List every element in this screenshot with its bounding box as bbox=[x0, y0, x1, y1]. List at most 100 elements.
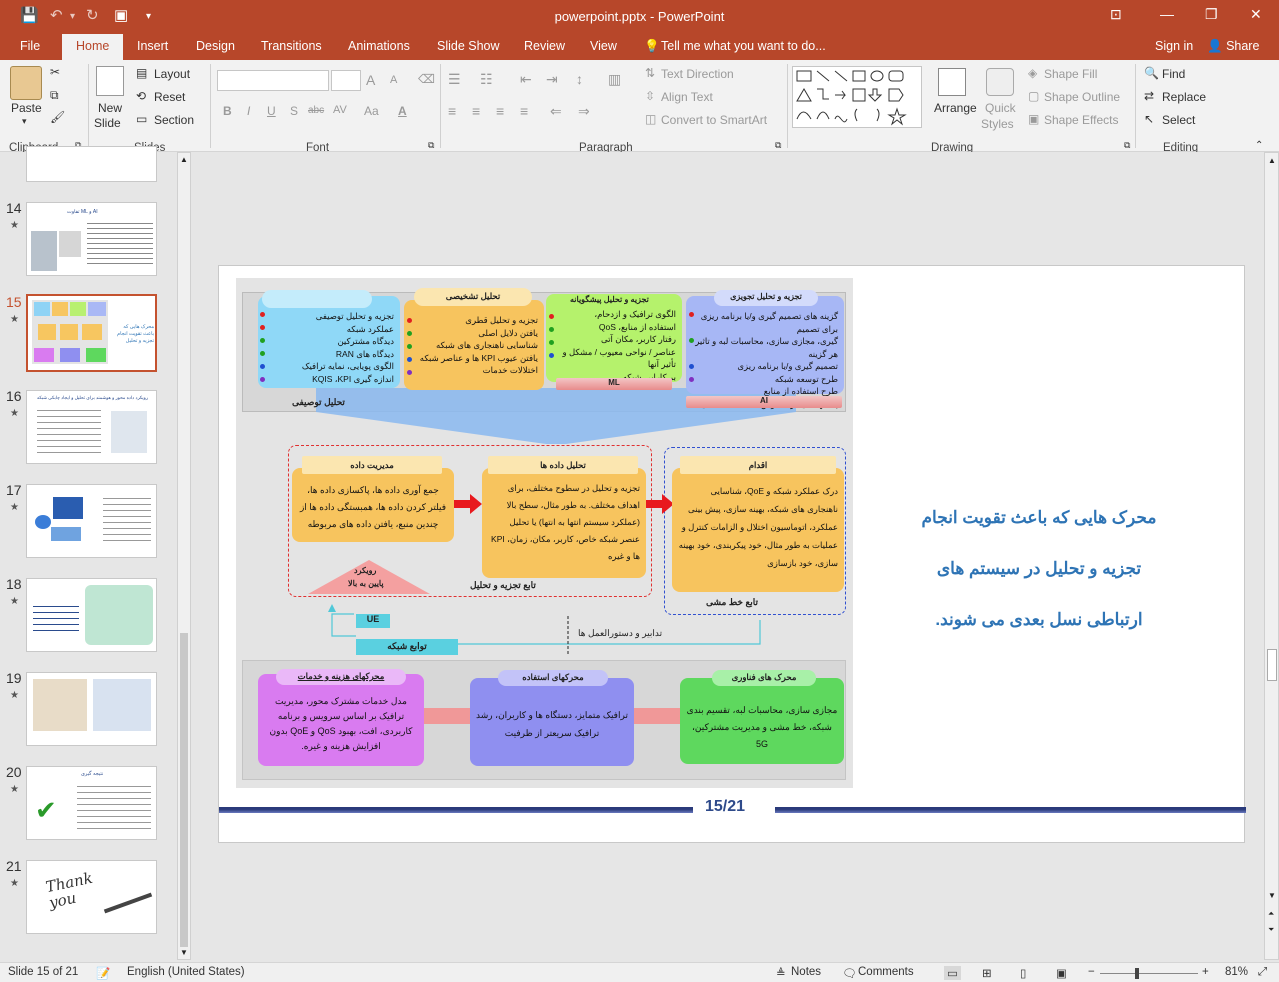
rtl-icon[interactable]: ⇐ bbox=[550, 103, 562, 120]
thumbnail-scrollbar[interactable]: ▲ ▼ bbox=[177, 152, 191, 960]
reset-button[interactable]: Reset bbox=[154, 90, 185, 104]
bullets-icon[interactable]: ☰ bbox=[448, 71, 461, 88]
slideshow-view-icon[interactable]: ▣ bbox=[1056, 966, 1067, 980]
slide-thumbnail-16[interactable]: رویکرد داده محور و هوشمند برای تحلیل و ا… bbox=[26, 390, 157, 464]
comments-button[interactable]: Comments bbox=[858, 966, 914, 978]
slide-thumbnail-20[interactable]: نتیجه گیری ✔ bbox=[26, 766, 157, 840]
clear-format-icon[interactable]: ⌫ bbox=[418, 72, 435, 86]
tab-file[interactable]: File bbox=[20, 39, 40, 53]
shapes-gallery[interactable] bbox=[792, 66, 922, 128]
tab-home[interactable]: Home bbox=[62, 34, 124, 60]
columns-icon[interactable]: ▥ bbox=[608, 71, 621, 88]
language-indicator[interactable]: English (United States) bbox=[127, 966, 245, 978]
zoom-slider-thumb[interactable] bbox=[1135, 968, 1139, 979]
quick-styles-label[interactable]: Quick bbox=[985, 101, 1016, 115]
convert-smartart-button[interactable]: Convert to SmartArt bbox=[661, 113, 767, 127]
shrink-font-icon[interactable]: A bbox=[390, 74, 397, 86]
minimize-button[interactable]: — bbox=[1160, 6, 1174, 22]
arrange-button[interactable]: Arrange bbox=[934, 101, 977, 115]
underline-button[interactable]: U bbox=[267, 104, 276, 118]
normal-view-icon[interactable]: ▭ bbox=[944, 966, 961, 980]
ribbon-display-options-icon[interactable]: ⊡ bbox=[1110, 6, 1122, 23]
format-painter-icon[interactable]: 🖌 bbox=[50, 110, 65, 124]
change-case-button[interactable]: Aa bbox=[364, 104, 379, 118]
scroll-down-icon[interactable]: ▼ bbox=[180, 948, 188, 957]
justify-icon[interactable]: ≡ bbox=[520, 103, 528, 119]
close-button[interactable]: ✕ bbox=[1250, 6, 1262, 23]
new-slide-icon[interactable] bbox=[96, 66, 124, 96]
align-left-icon[interactable]: ≡ bbox=[448, 103, 456, 119]
notes-button[interactable]: Notes bbox=[791, 966, 821, 978]
next-slide-icon[interactable]: ⏷ bbox=[1268, 925, 1274, 935]
new-slide-label2[interactable]: Slide bbox=[94, 116, 121, 130]
shape-outline-button[interactable]: Shape Outline bbox=[1044, 90, 1120, 104]
scroll-down-icon[interactable]: ▼ bbox=[1268, 891, 1276, 900]
font-size-input[interactable] bbox=[331, 70, 361, 91]
replace-button[interactable]: Replace bbox=[1162, 90, 1206, 104]
find-button[interactable]: Find bbox=[1162, 67, 1185, 81]
tell-me-search[interactable]: Tell me what you want to do... bbox=[661, 39, 826, 53]
select-button[interactable]: Select bbox=[1162, 113, 1195, 127]
zoom-slider-track[interactable] bbox=[1100, 973, 1198, 974]
paste-button[interactable]: Paste bbox=[11, 101, 42, 115]
paragraph-launcher-icon[interactable]: ⧉ bbox=[775, 140, 781, 151]
slide-heading[interactable]: محرک هایی که باعث تقویت انجام تجزیه و تح… bbox=[899, 492, 1179, 645]
spell-check-icon[interactable]: 📝 bbox=[96, 966, 110, 980]
scroll-up-icon[interactable]: ▲ bbox=[1268, 156, 1276, 165]
analytics-diagram[interactable]: تجزیه و تحلیل توصیفی عملکرد شبکه دیدگاه … bbox=[236, 278, 853, 788]
thumbnail-scroll-thumb[interactable] bbox=[180, 633, 188, 947]
zoom-out-button[interactable]: − bbox=[1088, 966, 1095, 978]
section-button[interactable]: Section bbox=[154, 113, 194, 127]
shape-effects-button[interactable]: Shape Effects bbox=[1044, 113, 1119, 127]
font-name-input[interactable] bbox=[217, 70, 329, 91]
tab-design[interactable]: Design bbox=[196, 39, 235, 53]
tab-animations[interactable]: Animations bbox=[348, 39, 410, 53]
decrease-indent-icon[interactable]: ⇤ bbox=[520, 71, 532, 88]
slide-thumbnail-19[interactable] bbox=[26, 672, 157, 746]
layout-button[interactable]: Layout bbox=[154, 67, 190, 81]
text-direction-button[interactable]: Text Direction bbox=[661, 67, 734, 81]
copy-icon[interactable]: ⧉ bbox=[50, 88, 59, 103]
tab-view[interactable]: View bbox=[590, 39, 617, 53]
slide-thumbnail-18[interactable] bbox=[26, 578, 157, 652]
tab-transitions[interactable]: Transitions bbox=[261, 39, 322, 53]
main-scroll-thumb[interactable] bbox=[1267, 649, 1277, 681]
collapse-ribbon-icon[interactable]: ⌃ bbox=[1255, 140, 1263, 151]
font-launcher-icon[interactable]: ⧉ bbox=[428, 140, 434, 151]
fit-to-window-icon[interactable]: ⤢ bbox=[1258, 966, 1267, 979]
paste-icon[interactable] bbox=[10, 66, 42, 100]
align-right-icon[interactable]: ≡ bbox=[496, 103, 504, 119]
restore-button[interactable]: ❐ bbox=[1205, 6, 1218, 23]
new-slide-label[interactable]: New bbox=[98, 101, 122, 115]
grow-font-icon[interactable]: A bbox=[366, 72, 375, 88]
slide-thumbnail-14[interactable]: تفاوت ML و AI bbox=[26, 202, 157, 276]
slide-sorter-icon[interactable]: ⊞ bbox=[982, 966, 992, 980]
slide-thumbnail-13[interactable] bbox=[26, 146, 157, 182]
slide-thumbnail-17[interactable] bbox=[26, 484, 157, 558]
slide-thumbnail-15-selected[interactable]: محرک هایی که باعث تقویت انجام تجزیه و تح… bbox=[26, 294, 157, 372]
tab-review[interactable]: Review bbox=[524, 39, 565, 53]
drawing-launcher-icon[interactable]: ⧉ bbox=[1124, 140, 1130, 151]
scroll-up-icon[interactable]: ▲ bbox=[180, 155, 188, 164]
strikethrough-button[interactable]: abc bbox=[308, 105, 324, 116]
align-center-icon[interactable]: ≡ bbox=[472, 103, 480, 119]
ltr-icon[interactable]: ⇒ bbox=[578, 103, 590, 120]
char-spacing-button[interactable]: AV bbox=[333, 104, 347, 116]
tab-insert[interactable]: Insert bbox=[137, 39, 168, 53]
cut-icon[interactable]: ✂ bbox=[50, 65, 60, 79]
quick-styles-icon[interactable] bbox=[986, 68, 1014, 96]
reading-view-icon[interactable]: ▯ bbox=[1020, 966, 1026, 980]
sign-in-link[interactable]: Sign in bbox=[1155, 39, 1193, 53]
paste-dropdown-icon[interactable]: ▾ bbox=[22, 116, 27, 127]
share-button[interactable]: 👤 Share bbox=[1207, 39, 1259, 54]
increase-indent-icon[interactable]: ⇥ bbox=[546, 71, 558, 88]
shadow-button[interactable]: S bbox=[290, 104, 298, 118]
previous-slide-icon[interactable]: ⏶ bbox=[1268, 909, 1274, 919]
align-text-button[interactable]: Align Text bbox=[661, 90, 713, 104]
bold-button[interactable]: B bbox=[223, 104, 232, 118]
zoom-in-button[interactable]: + bbox=[1202, 966, 1209, 978]
zoom-level[interactable]: 81% bbox=[1225, 966, 1248, 978]
quick-styles-label2[interactable]: Styles bbox=[981, 117, 1014, 131]
main-vertical-scrollbar[interactable]: ▲ ▼ ⏶ ⏷ bbox=[1264, 152, 1279, 960]
line-spacing-icon[interactable]: ↕ bbox=[576, 71, 583, 87]
